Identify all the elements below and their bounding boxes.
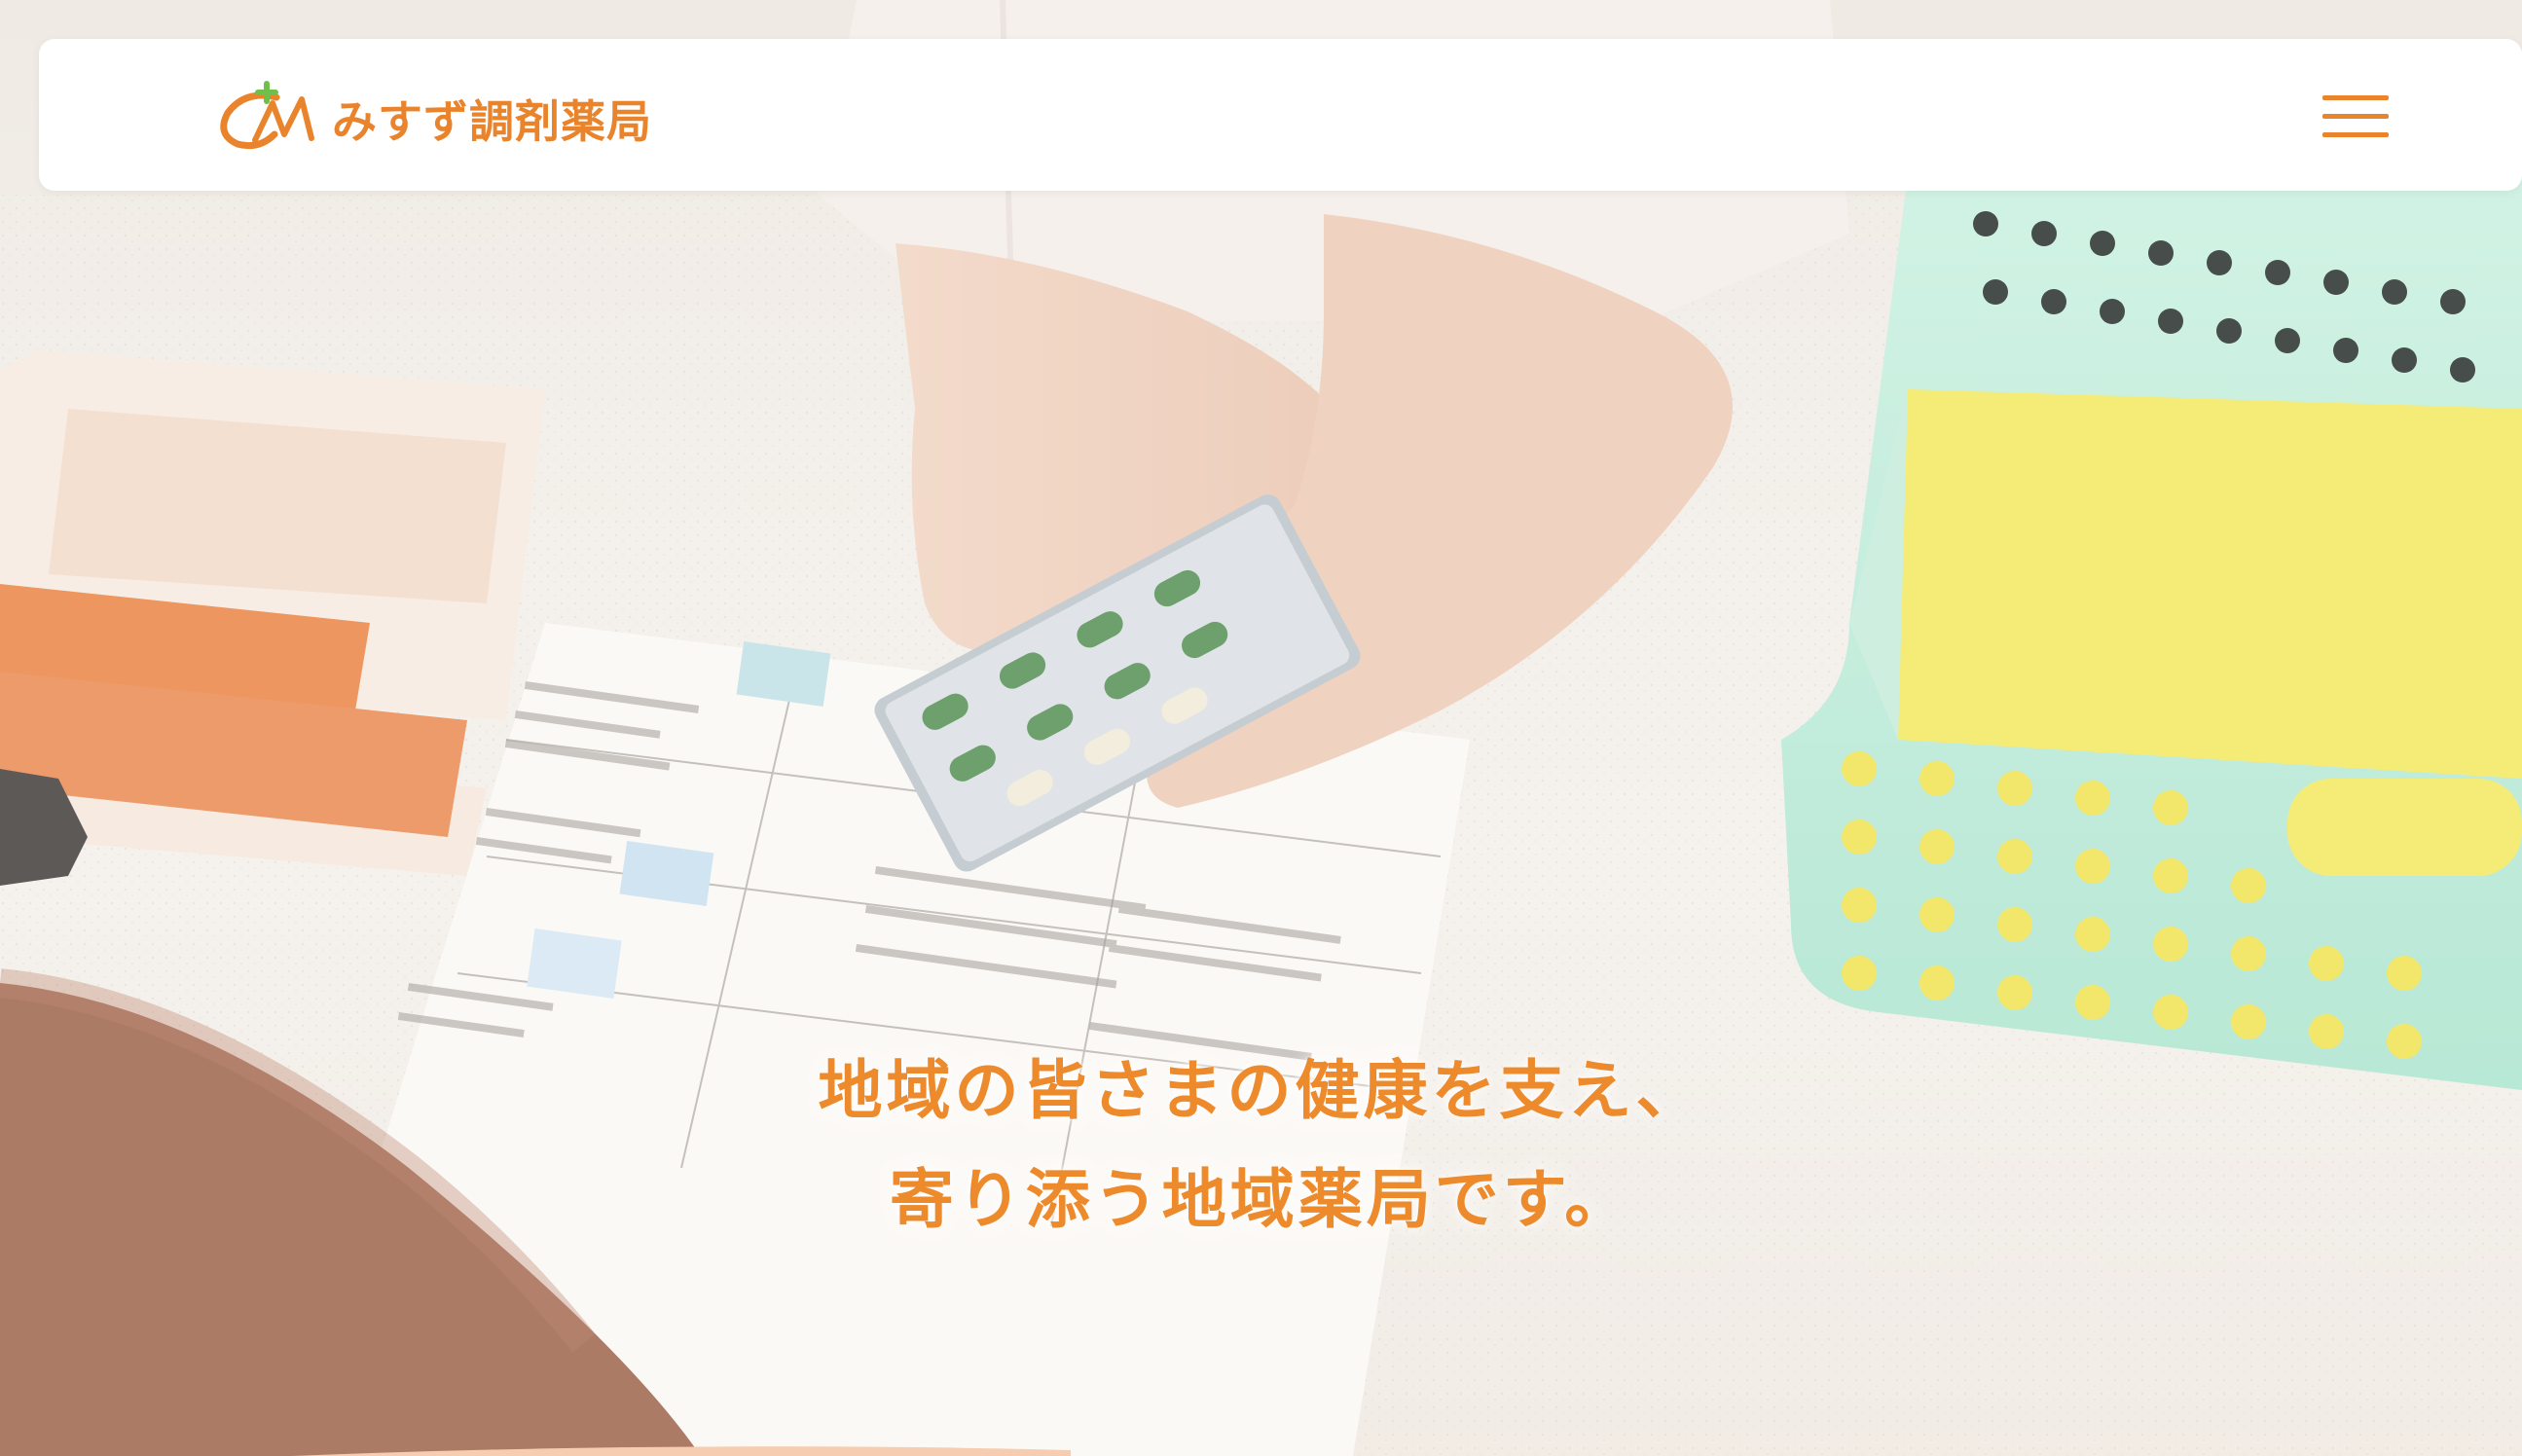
catchcopy-line-2: 寄り添う地域薬局です。 (889, 1162, 1633, 1237)
hamburger-menu-icon-line-2 (2322, 113, 2389, 119)
site-logo[interactable]: みすず調剤薬局 (216, 80, 652, 158)
hamburger-menu-icon (2322, 94, 2389, 100)
hero-catchcopy: 地域の皆さまの健康を支え、 寄り添う地域薬局です。 (0, 1037, 2522, 1255)
misuzu-logo-mark-icon (220, 81, 314, 150)
site-header: みすず調剤薬局 (39, 39, 2522, 191)
logo-text: みすず調剤薬局 (332, 95, 652, 148)
hamburger-menu-button[interactable] (2322, 86, 2393, 146)
hamburger-menu-icon-line-3 (2322, 131, 2389, 137)
catchcopy-line-1: 地域の皆さまの健康を支え、 (818, 1053, 1704, 1128)
